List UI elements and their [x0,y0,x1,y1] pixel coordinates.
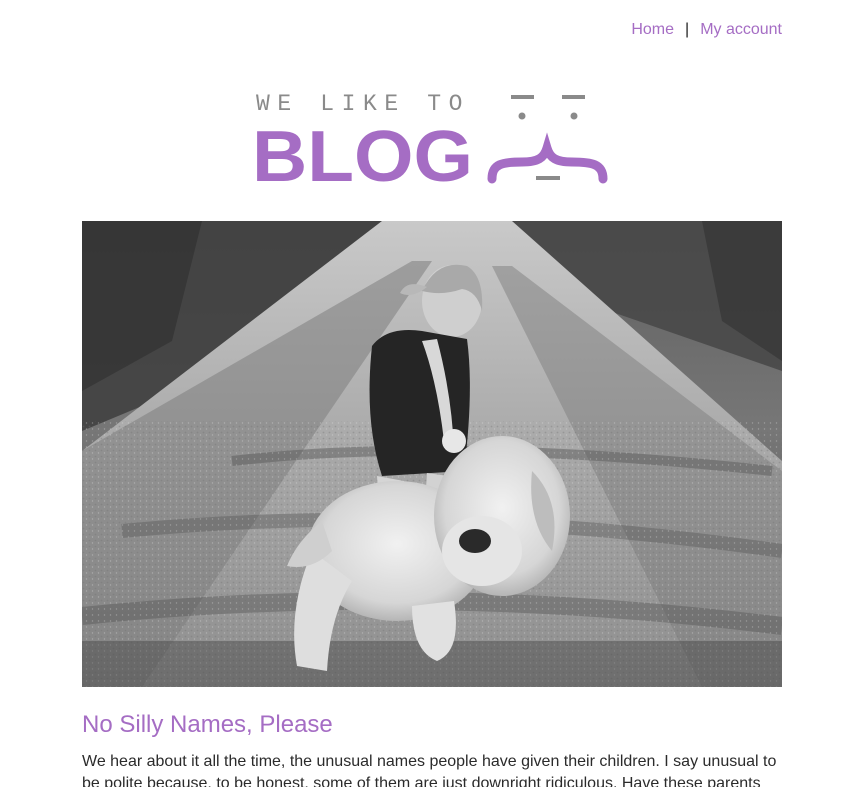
photo-girl-with-teddy-lion [82,221,782,687]
post-title[interactable]: No Silly Names, Please [82,710,333,740]
logo-graphic: WE LIKE TO BLOG [252,91,608,197]
nav-home-link[interactable]: Home [631,21,674,38]
logo-wordmark: BLOG [252,117,473,186]
top-navigation: Home | My account [631,20,782,40]
hero-image [82,221,782,687]
nav-separator: | [685,21,690,38]
left-eyebrow [511,95,534,99]
post-excerpt: We hear about it all the time, the unusu… [82,753,777,787]
mouth-dash [536,176,560,180]
logo-tagline: WE LIKE TO [256,91,470,117]
curly-brace-mouth [487,132,608,184]
face-emoticon-icon [487,95,608,184]
right-eye [570,112,578,120]
site-logo[interactable]: WE LIKE TO BLOG [252,86,612,197]
nav-my-account-link[interactable]: My account [700,21,782,38]
left-eye [518,112,526,120]
blog-page: Home | My account WE LIKE TO BLOG No Sil… [0,0,857,787]
right-eyebrow [562,95,585,99]
